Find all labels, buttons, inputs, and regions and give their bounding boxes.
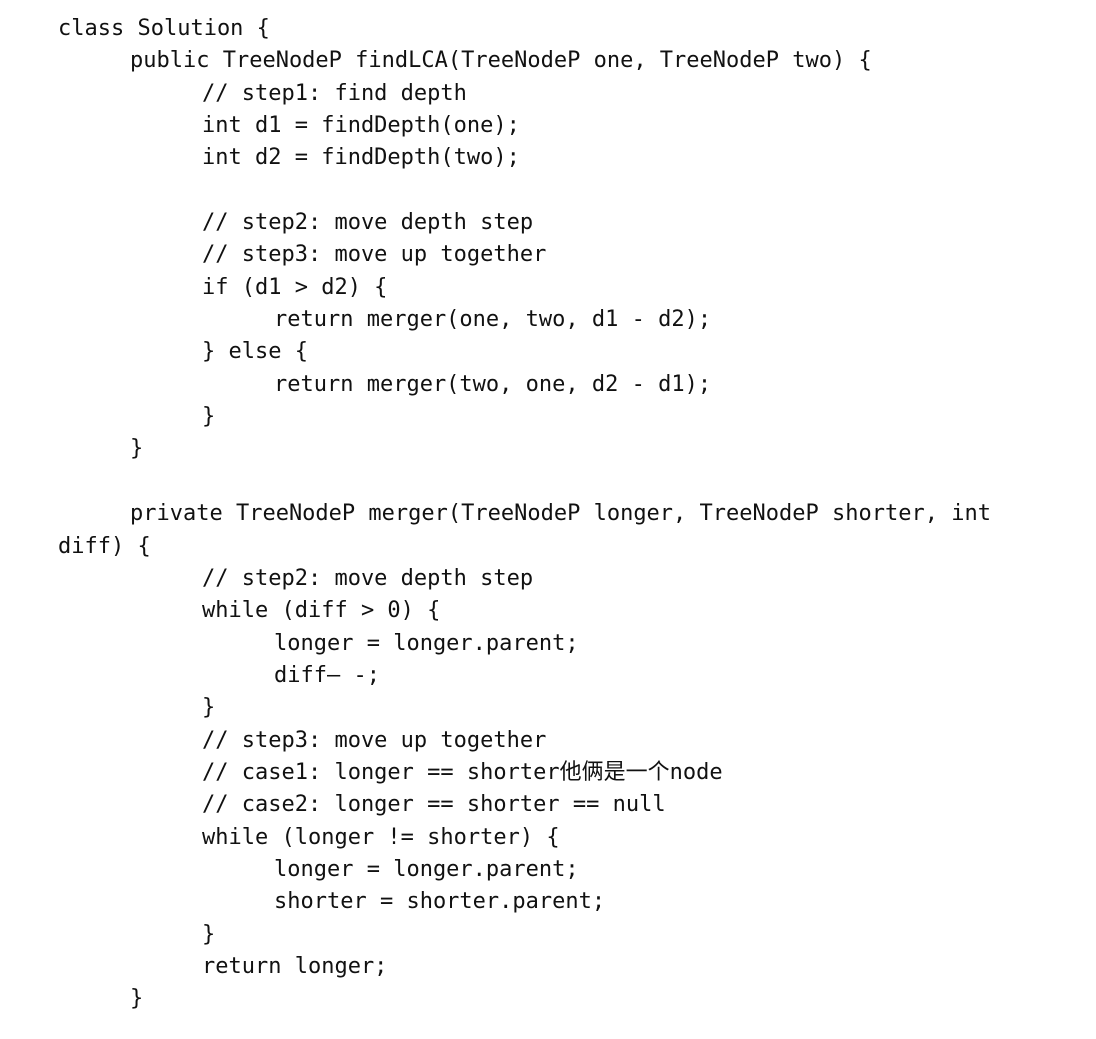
code-line: // step2: move depth step <box>202 210 534 236</box>
code-line: longer = longer.parent; <box>274 856 579 882</box>
code-line: public TreeNodeP findLCA(TreeNodeP one, … <box>130 48 872 74</box>
code-line: // step1: find depth <box>202 80 467 106</box>
code-line: if (d1 > d2) { <box>202 274 388 300</box>
code-line: // step3: move up together <box>202 727 547 753</box>
code-line: } else { <box>202 339 308 365</box>
code-line: // case1: longer == shorter他俩是一个node <box>202 759 723 785</box>
code-line: int d1 = findDepth(one); <box>202 113 520 139</box>
code-line: // case2: longer == shorter == null <box>202 792 666 818</box>
code-line: class Solution { <box>58 16 270 41</box>
code-line: private TreeNodeP merger(TreeNodeP longe… <box>130 501 991 527</box>
code-line: } <box>202 404 216 430</box>
code-line: int d2 = findDepth(two); <box>202 145 520 171</box>
code-line: } <box>202 695 216 721</box>
code-line: } <box>130 986 144 1012</box>
code-line: while (diff > 0) { <box>202 598 441 624</box>
code-line: return merger(two, one, d2 - d1); <box>274 371 712 397</box>
code-line: diff) { <box>58 533 151 559</box>
code-line: shorter = shorter.parent; <box>274 889 606 915</box>
code-block: class Solution { public TreeNodeP findLCA… <box>58 13 1078 1016</box>
code-line: while (longer != shorter) { <box>202 824 560 850</box>
code-line: diff– -; <box>274 662 380 688</box>
code-line: } <box>130 436 144 462</box>
code-line: return merger(one, two, d1 - d2); <box>274 307 712 333</box>
code-line: // step3: move up together <box>202 242 547 268</box>
code-line: longer = longer.parent; <box>274 630 579 656</box>
code-line: } <box>202 921 216 947</box>
code-line: return longer; <box>202 953 388 979</box>
code-line: // step2: move depth step <box>202 565 534 591</box>
